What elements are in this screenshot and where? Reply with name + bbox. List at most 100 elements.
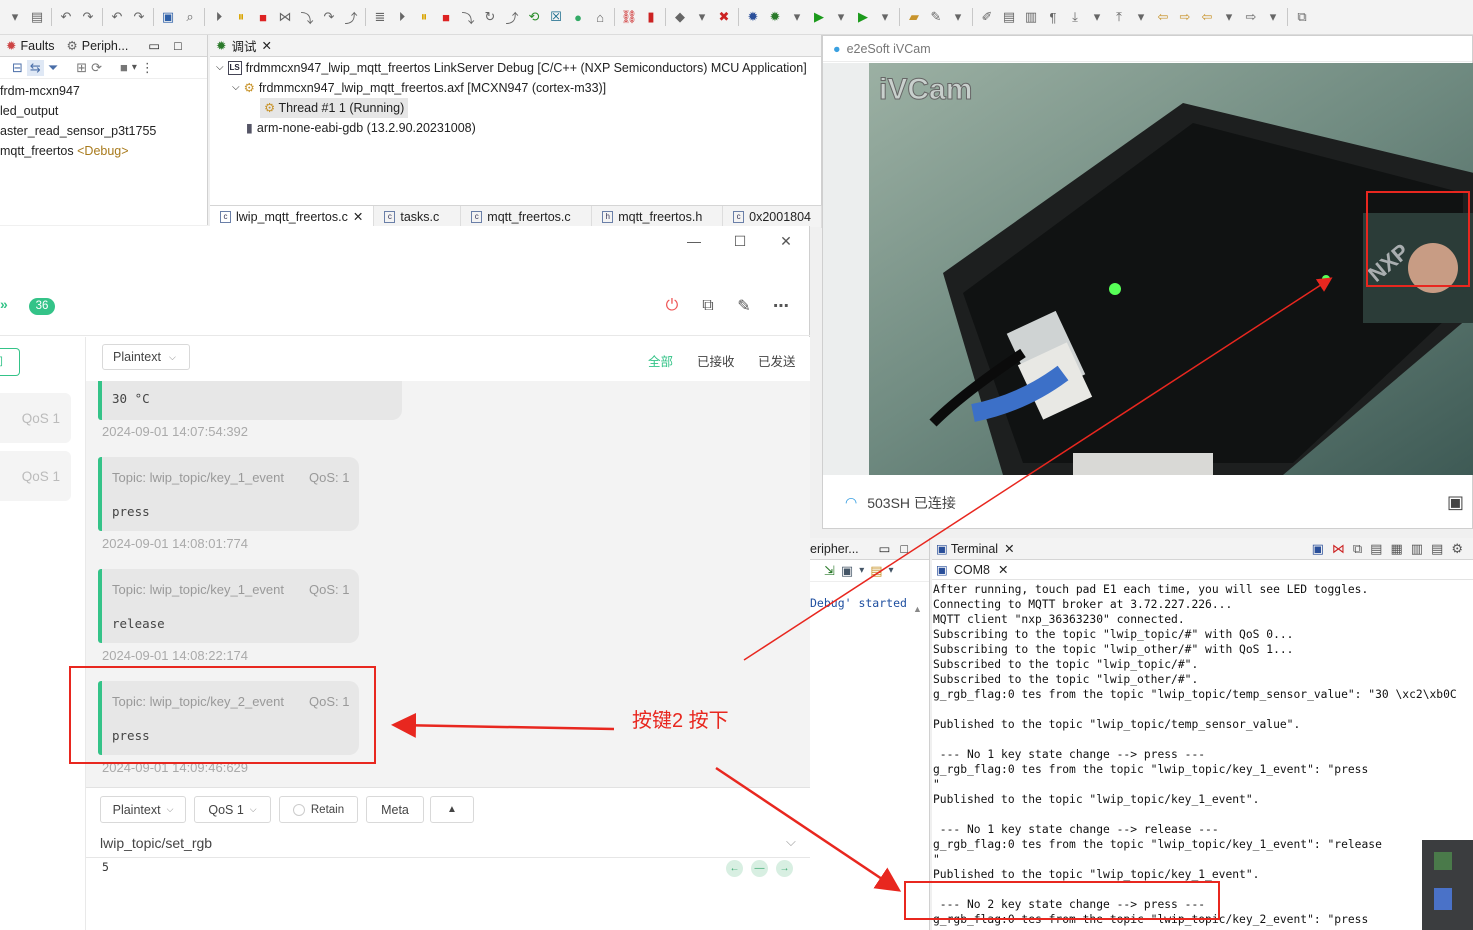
close-icon[interactable]: ✕ (763, 233, 809, 250)
link-icon[interactable]: ⛓ (618, 7, 640, 27)
close-icon[interactable]: ✕ (1004, 541, 1014, 556)
export-icon[interactable]: ⇲ (824, 563, 835, 579)
erase-icon[interactable]: ◆ (669, 7, 691, 27)
wand-icon[interactable]: ✎ (925, 7, 947, 27)
maximize-icon[interactable]: □ (900, 542, 908, 556)
monitor-icon[interactable]: ▣ (157, 7, 179, 27)
back-edit-icon[interactable]: ⇦ (1152, 7, 1174, 27)
redo-icon[interactable]: ↷ (77, 7, 99, 27)
step-into-icon[interactable]: ⤵ (296, 7, 318, 27)
retain-toggle[interactable]: Retain (279, 796, 358, 823)
close-icon[interactable]: ✕ (262, 38, 272, 53)
open-folder-icon[interactable]: ▰ (903, 7, 925, 27)
refresh-icon[interactable]: ⟳ (91, 60, 102, 76)
terminate-icon[interactable]: ■ (252, 7, 274, 27)
message-bubble[interactable]: Topic: lwip_topic/key_1_event QoS: 1 pre… (98, 457, 359, 531)
back-icon[interactable]: ⇦ (1196, 7, 1218, 27)
close-icon[interactable]: ✕ (353, 209, 363, 224)
tab-memory-address[interactable]: c 0x2001804 (723, 205, 823, 228)
expand-button[interactable]: ▲ (430, 796, 474, 823)
tab-terminal[interactable]: Terminal (951, 542, 998, 556)
tab-peripherals[interactable]: ⚙ Periph... (61, 35, 135, 57)
dropdown-arrow-icon[interactable]: ▾ (874, 7, 896, 27)
maximize-icon[interactable]: ☐ (717, 233, 763, 250)
compose-format-select[interactable]: Plaintext ⌵ (100, 796, 186, 823)
chevron-down-icon[interactable]: ⌵ (232, 78, 240, 98)
dropdown-arrow-icon[interactable]: ▾ (1130, 7, 1152, 27)
power-icon[interactable]: ⏻ (660, 294, 684, 318)
dropdown-arrow-icon[interactable]: ▾ (947, 7, 969, 27)
forward-icon[interactable]: ⇨ (1240, 7, 1262, 27)
return-icon[interactable]: ⤴ (501, 7, 523, 27)
compose-qos-select[interactable]: QoS 1 ⌵ (194, 796, 271, 823)
edit-icon[interactable]: ✎ (732, 294, 756, 318)
dropdown-arrow-icon[interactable]: ▾ (859, 565, 864, 576)
step-icon[interactable]: ⤵ (457, 7, 479, 27)
paste-icon[interactable]: ▤ (1431, 541, 1443, 557)
camera-icon[interactable]: ▣ (1447, 492, 1464, 513)
message-bubble[interactable]: 30 °C (98, 381, 402, 420)
tab-debug[interactable]: 调试 (231, 36, 256, 55)
pilcrow-icon[interactable]: ¶ (1042, 7, 1064, 27)
disconnect-icon[interactable]: ⋈ (274, 7, 296, 27)
tree-item-project[interactable]: frdm-mcxn947 (0, 81, 207, 101)
dropdown-arrow-icon[interactable]: ▾ (691, 7, 713, 27)
collapse-all-icon[interactable]: ⊟ (12, 60, 23, 76)
list-icon[interactable]: ≣ (369, 7, 391, 27)
new-window-icon[interactable]: ⧉ (696, 294, 720, 318)
subscription-item[interactable]: QoS 1 (0, 393, 71, 443)
tree-item-project[interactable]: aster_read_sensor_p3t1755 (0, 121, 207, 141)
tab-peripherals[interactable]: eripher... (810, 542, 859, 556)
resume-all-icon[interactable]: ⏵ (391, 7, 413, 27)
filter-all[interactable]: 全部 (648, 351, 673, 370)
step-forward-icon[interactable]: ↷ (128, 7, 150, 27)
dropdown-arrow-icon[interactable]: ▾ (132, 62, 137, 73)
dropdown-arrow-icon[interactable]: ▾ (786, 7, 808, 27)
step-back-icon[interactable]: ↶ (106, 7, 128, 27)
copy-icon[interactable]: ⧉ (1353, 541, 1362, 557)
dropdown-arrow-icon[interactable]: ▾ (1218, 7, 1240, 27)
next-arrow-icon[interactable]: → (776, 860, 793, 877)
view-menu-icon[interactable]: ⋮ (141, 60, 154, 76)
new-item-icon[interactable]: ▤ (870, 563, 882, 579)
dropdown-arrow-icon[interactable]: ▾ (4, 7, 26, 27)
filter-icon[interactable]: ⏷ (48, 60, 58, 76)
suspend-all-icon[interactable]: ⏸ (413, 7, 435, 27)
binary-icon[interactable]: ▤ (26, 7, 48, 27)
more-icon[interactable]: ⋯ (769, 294, 793, 318)
double-chevron-icon[interactable]: » (0, 296, 8, 312)
settings-icon[interactable]: ⚙ (1451, 541, 1463, 557)
suspend-icon[interactable]: ⏸ (230, 7, 252, 27)
message-bubble[interactable]: Topic: lwip_topic/key_1_event QoS: 1 rel… (98, 569, 359, 643)
edit-doc-icon[interactable]: ▤ (998, 7, 1020, 27)
dropdown-arrow-icon[interactable]: ▾ (1262, 7, 1284, 27)
disconnect-red-icon[interactable]: ✖ (713, 7, 735, 27)
disconnect-terminal-icon[interactable]: ⋈ (1332, 541, 1345, 557)
meta-button[interactable]: Meta (366, 796, 424, 823)
resume-icon[interactable]: ⏵ (208, 7, 230, 27)
tree-item-project[interactable]: led_output (0, 101, 207, 121)
close-box-icon[interactable]: ☒ (545, 7, 567, 27)
open-terminal-icon[interactable]: ▣ (1312, 541, 1324, 557)
tree-item-project[interactable]: mqtt_freertos <Debug> (0, 141, 207, 161)
link-editor-icon[interactable]: ⇆ (26, 59, 44, 76)
debug-process-item[interactable]: ⌵ ⚙ frdmmcxn947_lwip_mqtt_freertos.axf [… (210, 78, 821, 98)
scroll-lock-icon[interactable]: ▦ (1390, 541, 1402, 557)
tab-faults[interactable]: ✹ Faults (0, 35, 61, 57)
search-icon[interactable]: ⌕ (179, 7, 201, 27)
annotation-icon[interactable]: ⤓ (1064, 7, 1086, 27)
prev-annotation-icon[interactable]: ⤒ (1108, 7, 1130, 27)
stop-icon[interactable]: ■ (120, 60, 128, 75)
format-select[interactable]: Plaintext ⌵ (102, 344, 190, 370)
tab-mqtt-freertos-h[interactable]: h mqtt_freertos.h (592, 205, 724, 228)
tab-tasks-c[interactable]: c tasks.c (374, 205, 462, 228)
tab-com8[interactable]: COM8 (954, 563, 990, 577)
monitor-icon[interactable]: ▣ (841, 563, 853, 579)
globe-icon[interactable]: ● (567, 7, 589, 27)
dropdown-arrow-icon[interactable]: ▾ (889, 565, 894, 576)
pen-icon[interactable]: ✐ (976, 7, 998, 27)
undo-icon[interactable]: ↶ (55, 7, 77, 27)
clear-terminal-icon[interactable]: ▤ (1370, 541, 1382, 557)
dropdown-arrow-icon[interactable]: ▾ (830, 7, 852, 27)
scroll-up-icon[interactable]: ▲ (913, 604, 922, 614)
